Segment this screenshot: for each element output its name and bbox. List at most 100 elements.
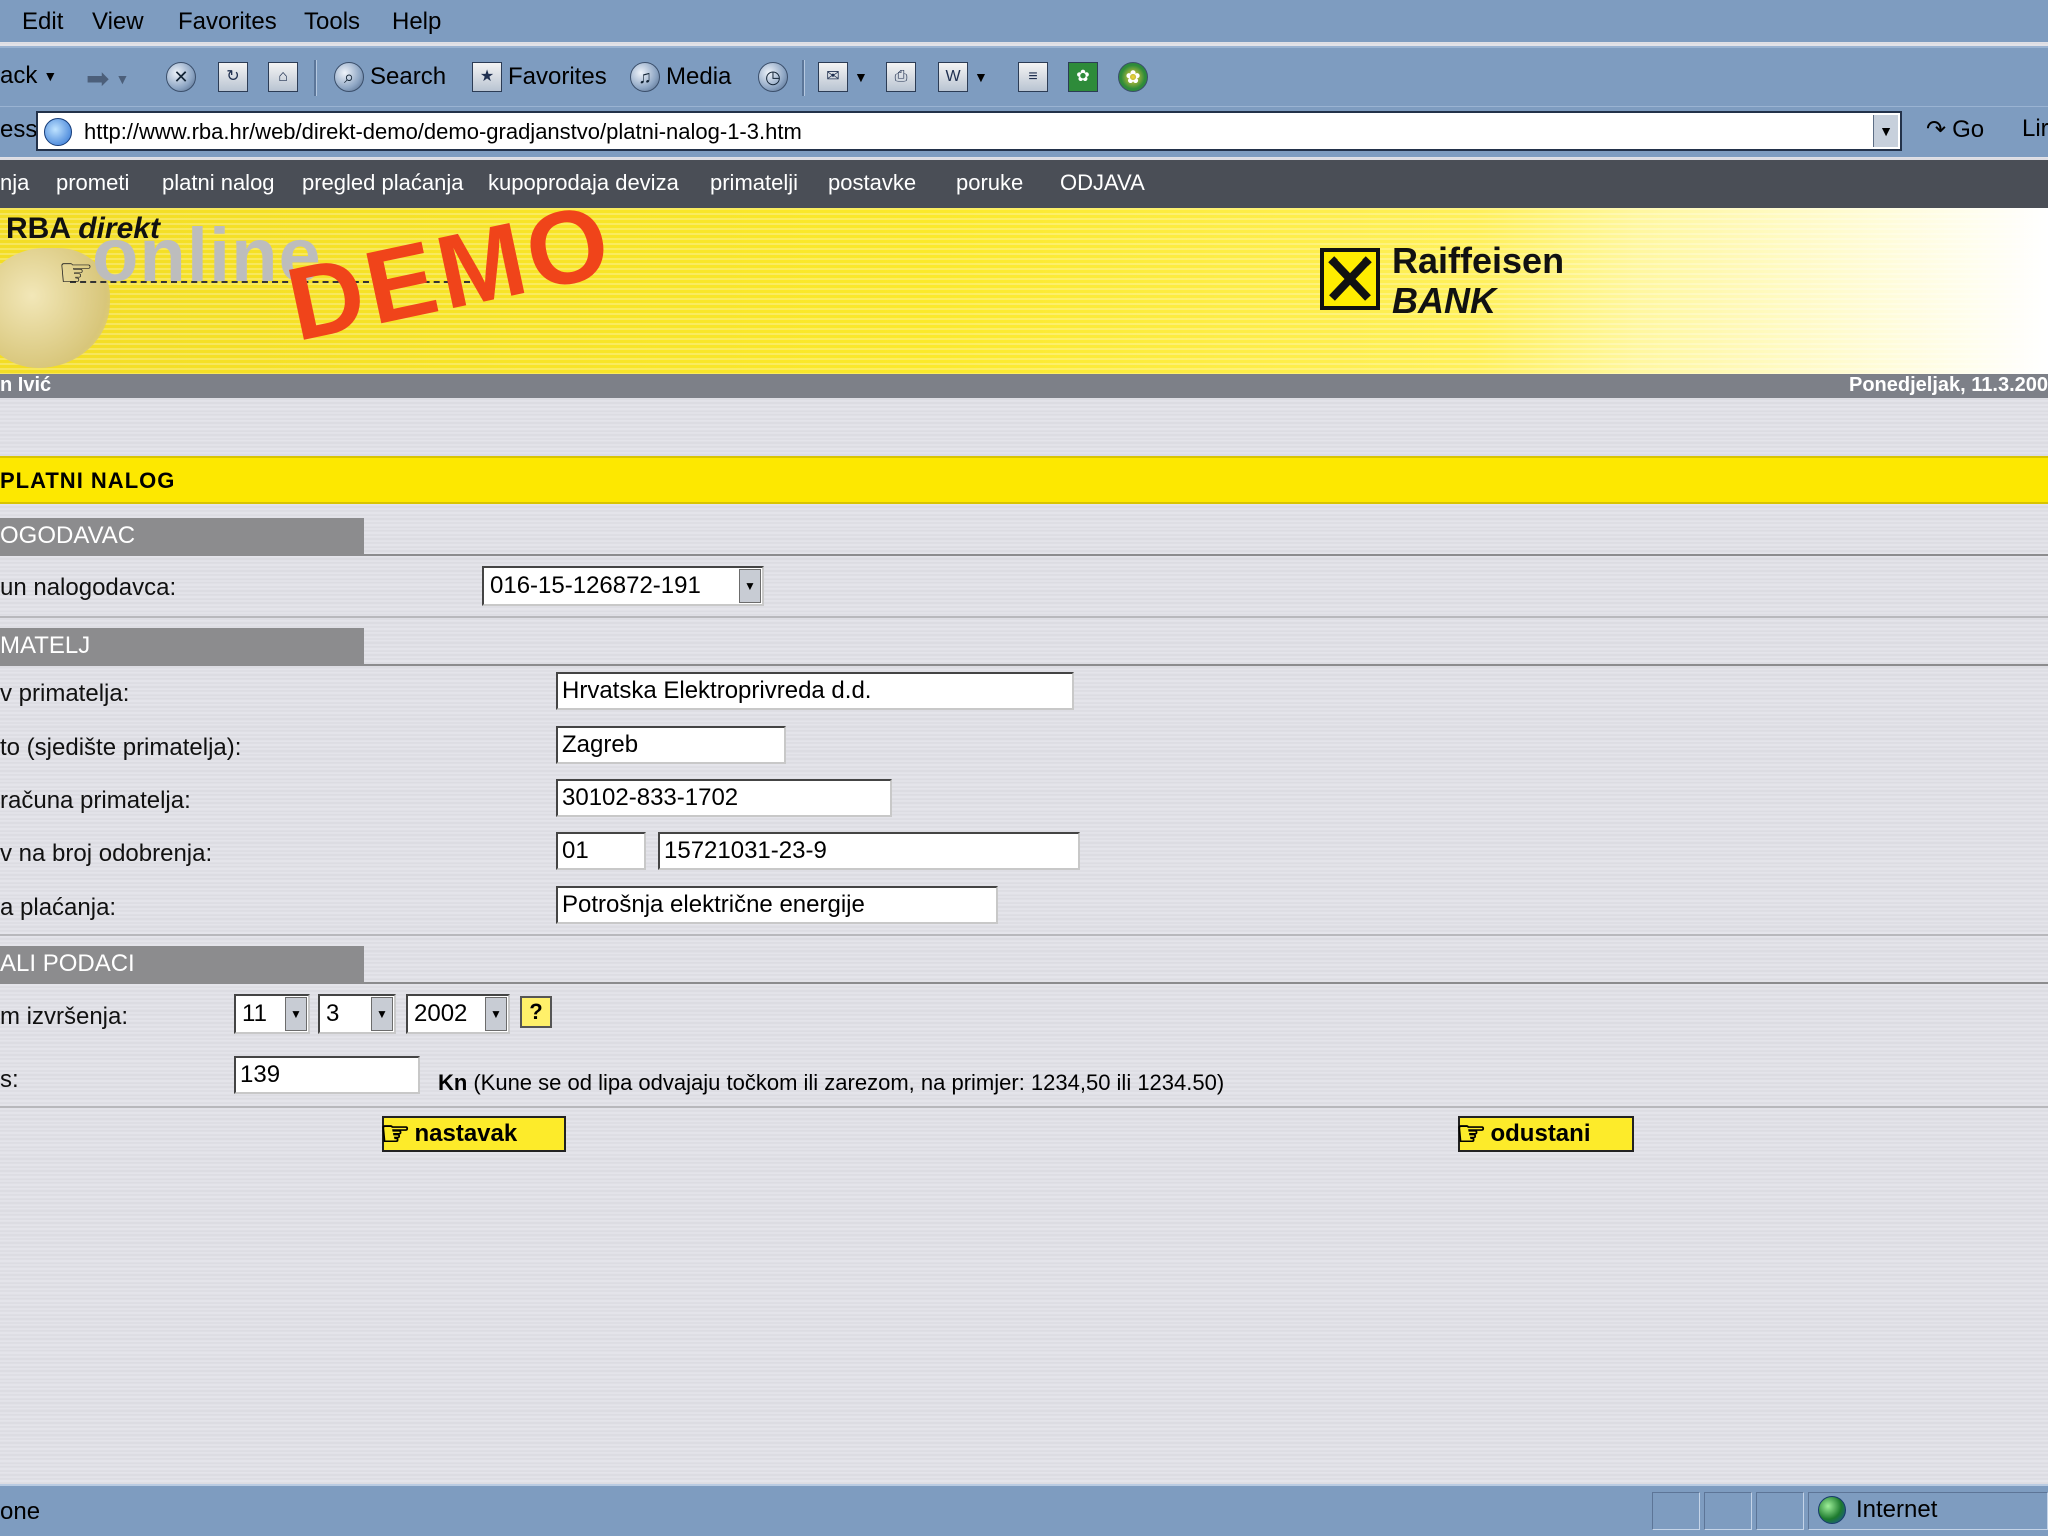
history-button[interactable]: ◷: [758, 62, 788, 92]
media-icon: ♫: [630, 62, 660, 92]
address-dropdown-icon[interactable]: ▼: [1873, 115, 1898, 147]
back-button[interactable]: ack ▼: [0, 62, 57, 90]
execution-month-value: 3: [326, 1000, 340, 1027]
address-label: ess: [0, 116, 38, 143]
pointing-hand-icon: ☞: [380, 1115, 411, 1153]
payer-account-value: 016-15-126872-191: [490, 572, 701, 599]
nav-item-pregled-placanja[interactable]: pregled plaćanja: [302, 170, 463, 196]
nav-item-prometi[interactable]: prometi: [56, 170, 129, 196]
mail-button[interactable]: ✉ ▼: [818, 62, 868, 92]
word-edit-icon: W: [938, 62, 968, 92]
cancel-label: odustani: [1490, 1120, 1591, 1147]
print-icon: ⎙: [886, 62, 916, 92]
nav-item-poruke[interactable]: poruke: [956, 170, 1023, 196]
links-button[interactable]: Lir: [2022, 115, 2048, 143]
reference-label: v na broj odobrenja:: [0, 840, 213, 867]
toolbar-separator: [314, 60, 317, 96]
page-icon: [44, 118, 72, 146]
refresh-icon: ↻: [218, 62, 248, 92]
page-title-bar: PLATNI NALOG: [0, 456, 2048, 504]
search-label: Search: [370, 63, 447, 90]
execution-month-select[interactable]: 3 ▼: [318, 994, 396, 1034]
chevron-down-icon[interactable]: ▼: [739, 569, 761, 603]
section-divider: [0, 934, 2048, 936]
icq-pro-icon: ✿: [1068, 62, 1098, 92]
stop-button[interactable]: ✕: [166, 62, 196, 92]
media-button[interactable]: ♫ Media: [630, 62, 731, 92]
address-bar: ess http://www.rba.hr/web/direkt-demo/de…: [0, 106, 2048, 157]
back-dropdown-icon[interactable]: ▼: [43, 68, 57, 84]
reference-number-field[interactable]: 15721031-23-9: [658, 832, 1080, 870]
nav-item-kupoprodaja-deviza[interactable]: kupoprodaja deviza: [488, 170, 679, 196]
edit-dropdown-icon[interactable]: ▼: [974, 69, 988, 85]
bank-subtitle: BANK: [1392, 280, 1496, 321]
icq-flower-icon: ✿: [1118, 62, 1148, 92]
section-divider: [0, 982, 2048, 984]
status-text: one: [0, 1498, 41, 1525]
execution-day-value: 11: [242, 1000, 267, 1027]
go-button[interactable]: ↷ Go: [1926, 115, 1984, 144]
section-divider: [0, 1106, 2048, 1108]
mail-icon: ✉: [818, 62, 848, 92]
security-zone: Internet: [1818, 1496, 1937, 1524]
execution-day-select[interactable]: 11 ▼: [234, 994, 310, 1034]
favorites-label: Favorites: [508, 63, 607, 90]
icq-pro-button[interactable]: ✿: [1068, 62, 1098, 92]
edit-button[interactable]: W ▼: [938, 62, 988, 92]
nav-item-postavke[interactable]: postavke: [828, 170, 916, 196]
nav-item-platni-nalog[interactable]: platni nalog: [162, 170, 275, 196]
execution-date-label: m izvršenja:: [0, 1003, 129, 1030]
payment-purpose-label: a plaćanja:: [0, 894, 117, 921]
chevron-down-icon[interactable]: ▼: [371, 997, 393, 1031]
forward-button[interactable]: ➡ ▼: [86, 62, 129, 95]
refresh-button[interactable]: ↻: [218, 62, 248, 92]
cancel-button[interactable]: ☞ odustani: [1456, 1115, 1634, 1153]
print-button[interactable]: ⎙: [886, 62, 916, 92]
toolbar-separator: [802, 60, 805, 96]
nav-item-odjava[interactable]: ODJAVA: [1060, 170, 1145, 196]
stop-icon: ✕: [166, 62, 196, 92]
mail-dropdown-icon[interactable]: ▼: [854, 69, 868, 85]
help-button[interactable]: ?: [520, 996, 552, 1028]
user-name: n Ivić: [0, 374, 52, 396]
payer-account-select[interactable]: 016-15-126872-191 ▼: [482, 566, 764, 606]
menu-tools[interactable]: Tools: [304, 8, 360, 36]
recipient-name-field[interactable]: Hrvatska Elektroprivreda d.d.: [556, 672, 1074, 710]
page-title: PLATNI NALOG: [0, 468, 176, 493]
amount-hint-text: (Kune se od lipa odvajaju točkom ili zar…: [473, 1070, 1225, 1095]
continue-button[interactable]: ☞ nastavak: [380, 1115, 566, 1153]
home-button[interactable]: ⌂: [268, 62, 298, 92]
execution-year-select[interactable]: 2002 ▼: [406, 994, 510, 1034]
amount-field[interactable]: 139: [234, 1056, 420, 1094]
recipient-account-field[interactable]: 30102-833-1702: [556, 779, 892, 817]
section-header-other: ALI PODACI: [0, 946, 364, 982]
menu-edit[interactable]: Edit: [22, 8, 63, 36]
media-label: Media: [666, 63, 732, 90]
browser-menu-bar: Edit View Favorites Tools Help: [0, 0, 2048, 42]
favorites-button[interactable]: ★ Favorites: [472, 62, 607, 92]
zone-label: Internet: [1856, 1496, 1938, 1523]
amount-label: s:: [0, 1066, 19, 1093]
chevron-down-icon[interactable]: ▼: [285, 997, 307, 1031]
icq-button[interactable]: ✿: [1118, 62, 1148, 92]
discuss-button[interactable]: ≡: [1018, 62, 1048, 92]
payer-account-label: un nalogodavca:: [0, 574, 177, 601]
forward-dropdown-icon[interactable]: ▼: [115, 71, 129, 87]
chevron-down-icon[interactable]: ▼: [485, 997, 507, 1031]
menu-view[interactable]: View: [92, 8, 144, 36]
pointing-hand-icon: ☞: [1456, 1115, 1487, 1153]
execution-year-value: 2002: [414, 1000, 468, 1027]
recipient-city-field[interactable]: Zagreb: [556, 726, 786, 764]
payment-purpose-field[interactable]: Potrošnja električne energije: [556, 886, 998, 924]
nav-item-start[interactable]: nja: [0, 170, 29, 196]
reference-model-field[interactable]: 01: [556, 832, 646, 870]
section-title: ALI PODACI: [0, 950, 135, 977]
nav-item-primatelji[interactable]: primatelji: [710, 170, 798, 196]
search-button[interactable]: ⌕ Search: [334, 62, 446, 92]
section-header-recipient: MATELJ: [0, 628, 364, 664]
menu-help[interactable]: Help: [392, 8, 441, 36]
menu-favorites[interactable]: Favorites: [178, 8, 277, 36]
address-url[interactable]: http://www.rba.hr/web/direkt-demo/demo-g…: [84, 119, 802, 145]
history-icon: ◷: [758, 62, 788, 92]
address-input[interactable]: http://www.rba.hr/web/direkt-demo/demo-g…: [36, 111, 1902, 151]
